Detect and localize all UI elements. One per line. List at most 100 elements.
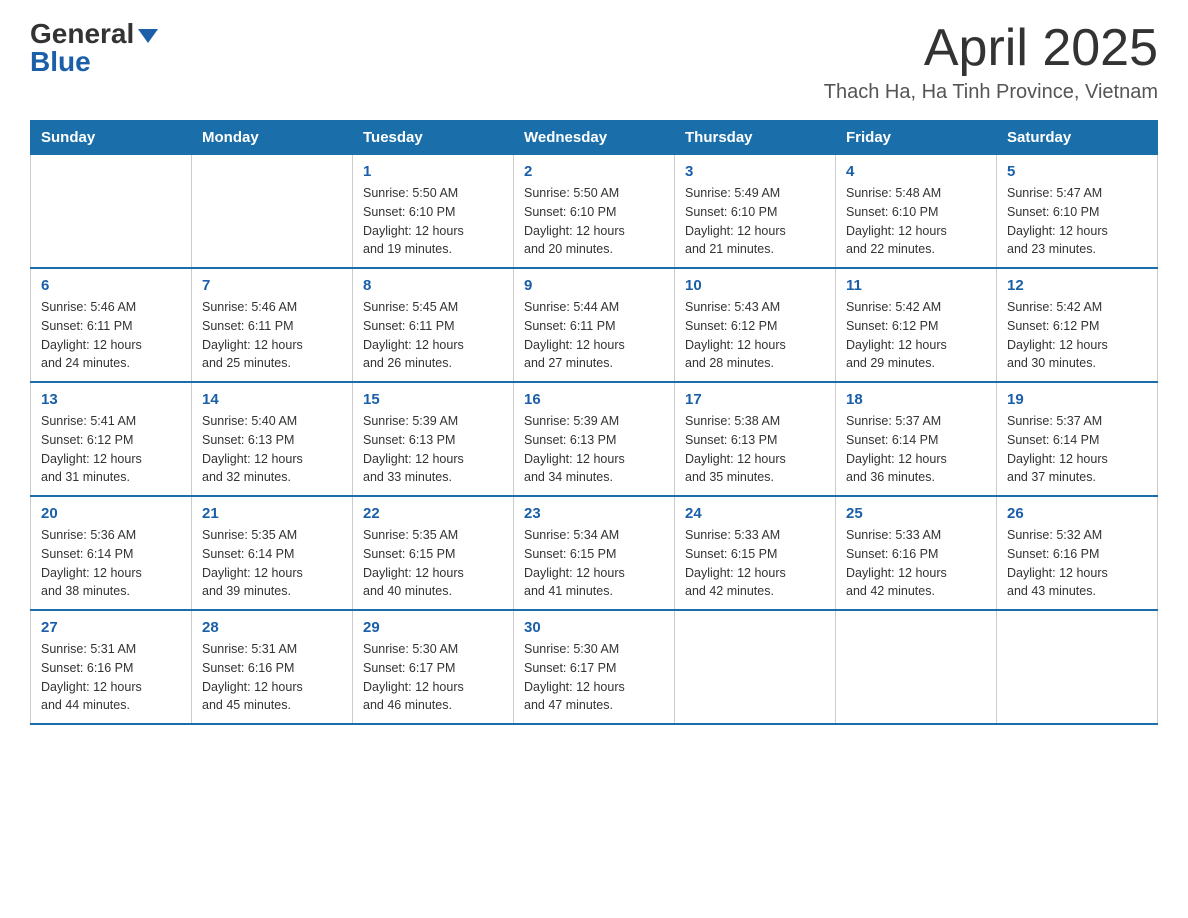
- calendar-week-row: 20Sunrise: 5:36 AM Sunset: 6:14 PM Dayli…: [31, 496, 1158, 610]
- day-number: 28: [202, 619, 342, 636]
- calendar-cell: 9 Sunrise: 5:44 AM Sunset: 6:11 PM Daylig…: [514, 268, 675, 382]
- day-info: Sunrise: 5:49 AM Sunset: 6:10 PM Dayligh…: [685, 184, 825, 259]
- calendar-cell: 18 Sunrise: 5:37 AM Sunset: 6:14 PM Dayli…: [836, 382, 997, 496]
- day-info: Sunrise: 5:37 AM Sunset: 6:14 PM Dayligh…: [846, 412, 986, 487]
- calendar-cell: 6 Sunrise: 5:46 AM Sunset: 6:11 PM Daylig…: [31, 268, 192, 382]
- day-number: 7: [202, 277, 342, 294]
- calendar-cell: 13Sunrise: 5:41 AM Sunset: 6:12 PM Dayli…: [31, 382, 192, 496]
- calendar-cell: 5 Sunrise: 5:47 AM Sunset: 6:10 PM Daylig…: [997, 155, 1158, 269]
- calendar-cell: 12Sunrise: 5:42 AM Sunset: 6:12 PM Dayli…: [997, 268, 1158, 382]
- day-number: 16: [524, 391, 664, 408]
- day-of-week-header: Thursday: [675, 121, 836, 155]
- calendar-table: SundayMondayTuesdayWednesdayThursdayFrid…: [30, 120, 1158, 725]
- day-of-week-header: Saturday: [997, 121, 1158, 155]
- subtitle: Thach Ha, Ha Tinh Province, Vietnam: [824, 81, 1158, 104]
- calendar-cell: 22 Sunrise: 5:35 AM Sunset: 6:15 PM Dayli…: [353, 496, 514, 610]
- day-info: Sunrise: 5:31 AM Sunset: 6:16 PM Dayligh…: [202, 640, 342, 715]
- calendar-week-row: 27 Sunrise: 5:31 AM Sunset: 6:16 PM Dayli…: [31, 610, 1158, 724]
- main-title: April 2025: [824, 20, 1158, 77]
- calendar-cell: 30 Sunrise: 5:30 AM Sunset: 6:17 PM Dayli…: [514, 610, 675, 724]
- day-number: 6: [41, 277, 181, 294]
- day-info: Sunrise: 5:43 AM Sunset: 6:12 PM Dayligh…: [685, 298, 825, 373]
- day-info: Sunrise: 5:48 AM Sunset: 6:10 PM Dayligh…: [846, 184, 986, 259]
- logo-general-text: General: [30, 18, 134, 49]
- logo-triangle-icon: [138, 29, 158, 43]
- day-of-week-header: Monday: [192, 121, 353, 155]
- calendar-cell: 10 Sunrise: 5:43 AM Sunset: 6:12 PM Dayli…: [675, 268, 836, 382]
- calendar-cell: 26Sunrise: 5:32 AM Sunset: 6:16 PM Dayli…: [997, 496, 1158, 610]
- day-info: Sunrise: 5:35 AM Sunset: 6:15 PM Dayligh…: [363, 526, 503, 601]
- calendar-cell: 29Sunrise: 5:30 AM Sunset: 6:17 PM Dayli…: [353, 610, 514, 724]
- day-info: Sunrise: 5:30 AM Sunset: 6:17 PM Dayligh…: [524, 640, 664, 715]
- header-row: SundayMondayTuesdayWednesdayThursdayFrid…: [31, 121, 1158, 155]
- day-of-week-header: Sunday: [31, 121, 192, 155]
- day-number: 13: [41, 391, 181, 408]
- calendar-cell: 1Sunrise: 5:50 AM Sunset: 6:10 PM Daylig…: [353, 155, 514, 269]
- calendar-cell: 25 Sunrise: 5:33 AM Sunset: 6:16 PM Dayli…: [836, 496, 997, 610]
- day-number: 5: [1007, 163, 1147, 180]
- day-number: 9: [524, 277, 664, 294]
- day-number: 21: [202, 505, 342, 522]
- page-header: General Blue April 2025 Thach Ha, Ha Tin…: [30, 20, 1158, 104]
- day-info: Sunrise: 5:46 AM Sunset: 6:11 PM Dayligh…: [41, 298, 181, 373]
- day-info: Sunrise: 5:34 AM Sunset: 6:15 PM Dayligh…: [524, 526, 664, 601]
- day-info: Sunrise: 5:39 AM Sunset: 6:13 PM Dayligh…: [524, 412, 664, 487]
- calendar-cell: 14 Sunrise: 5:40 AM Sunset: 6:13 PM Dayli…: [192, 382, 353, 496]
- calendar-cell: 2Sunrise: 5:50 AM Sunset: 6:10 PM Daylig…: [514, 155, 675, 269]
- day-info: Sunrise: 5:40 AM Sunset: 6:13 PM Dayligh…: [202, 412, 342, 487]
- calendar-body: 1Sunrise: 5:50 AM Sunset: 6:10 PM Daylig…: [31, 155, 1158, 725]
- calendar-cell: 23 Sunrise: 5:34 AM Sunset: 6:15 PM Dayli…: [514, 496, 675, 610]
- calendar-cell: 17 Sunrise: 5:38 AM Sunset: 6:13 PM Dayli…: [675, 382, 836, 496]
- calendar-cell: 16 Sunrise: 5:39 AM Sunset: 6:13 PM Dayli…: [514, 382, 675, 496]
- calendar-cell: 4Sunrise: 5:48 AM Sunset: 6:10 PM Daylig…: [836, 155, 997, 269]
- calendar-cell: 24Sunrise: 5:33 AM Sunset: 6:15 PM Dayli…: [675, 496, 836, 610]
- day-info: Sunrise: 5:50 AM Sunset: 6:10 PM Dayligh…: [363, 184, 503, 259]
- day-info: Sunrise: 5:31 AM Sunset: 6:16 PM Dayligh…: [41, 640, 181, 715]
- day-number: 19: [1007, 391, 1147, 408]
- day-info: Sunrise: 5:44 AM Sunset: 6:11 PM Dayligh…: [524, 298, 664, 373]
- day-number: 8: [363, 277, 503, 294]
- day-of-week-header: Wednesday: [514, 121, 675, 155]
- day-number: 18: [846, 391, 986, 408]
- day-info: Sunrise: 5:39 AM Sunset: 6:13 PM Dayligh…: [363, 412, 503, 487]
- day-number: 15: [363, 391, 503, 408]
- day-number: 27: [41, 619, 181, 636]
- day-info: Sunrise: 5:33 AM Sunset: 6:15 PM Dayligh…: [685, 526, 825, 601]
- calendar-week-row: 13Sunrise: 5:41 AM Sunset: 6:12 PM Dayli…: [31, 382, 1158, 496]
- calendar-header: SundayMondayTuesdayWednesdayThursdayFrid…: [31, 121, 1158, 155]
- day-info: Sunrise: 5:38 AM Sunset: 6:13 PM Dayligh…: [685, 412, 825, 487]
- day-info: Sunrise: 5:36 AM Sunset: 6:14 PM Dayligh…: [41, 526, 181, 601]
- day-number: 23: [524, 505, 664, 522]
- calendar-cell: 11 Sunrise: 5:42 AM Sunset: 6:12 PM Dayli…: [836, 268, 997, 382]
- calendar-week-row: 1Sunrise: 5:50 AM Sunset: 6:10 PM Daylig…: [31, 155, 1158, 269]
- day-number: 30: [524, 619, 664, 636]
- calendar-cell: 3 Sunrise: 5:49 AM Sunset: 6:10 PM Daylig…: [675, 155, 836, 269]
- day-number: 3: [685, 163, 825, 180]
- calendar-cell: [836, 610, 997, 724]
- title-block: April 2025 Thach Ha, Ha Tinh Province, V…: [824, 20, 1158, 104]
- calendar-cell: [192, 155, 353, 269]
- logo: General Blue: [30, 20, 158, 76]
- calendar-cell: 27 Sunrise: 5:31 AM Sunset: 6:16 PM Dayli…: [31, 610, 192, 724]
- logo-top: General: [30, 20, 158, 48]
- calendar-cell: 21 Sunrise: 5:35 AM Sunset: 6:14 PM Dayli…: [192, 496, 353, 610]
- day-number: 22: [363, 505, 503, 522]
- day-info: Sunrise: 5:47 AM Sunset: 6:10 PM Dayligh…: [1007, 184, 1147, 259]
- day-info: Sunrise: 5:35 AM Sunset: 6:14 PM Dayligh…: [202, 526, 342, 601]
- day-info: Sunrise: 5:46 AM Sunset: 6:11 PM Dayligh…: [202, 298, 342, 373]
- day-number: 11: [846, 277, 986, 294]
- day-of-week-header: Tuesday: [353, 121, 514, 155]
- day-number: 14: [202, 391, 342, 408]
- calendar-cell: 8 Sunrise: 5:45 AM Sunset: 6:11 PM Daylig…: [353, 268, 514, 382]
- day-number: 10: [685, 277, 825, 294]
- logo-blue-text: Blue: [30, 48, 91, 76]
- day-info: Sunrise: 5:42 AM Sunset: 6:12 PM Dayligh…: [1007, 298, 1147, 373]
- day-number: 25: [846, 505, 986, 522]
- day-info: Sunrise: 5:30 AM Sunset: 6:17 PM Dayligh…: [363, 640, 503, 715]
- day-info: Sunrise: 5:45 AM Sunset: 6:11 PM Dayligh…: [363, 298, 503, 373]
- calendar-cell: 15 Sunrise: 5:39 AM Sunset: 6:13 PM Dayli…: [353, 382, 514, 496]
- day-info: Sunrise: 5:33 AM Sunset: 6:16 PM Dayligh…: [846, 526, 986, 601]
- day-number: 26: [1007, 505, 1147, 522]
- day-number: 17: [685, 391, 825, 408]
- day-info: Sunrise: 5:42 AM Sunset: 6:12 PM Dayligh…: [846, 298, 986, 373]
